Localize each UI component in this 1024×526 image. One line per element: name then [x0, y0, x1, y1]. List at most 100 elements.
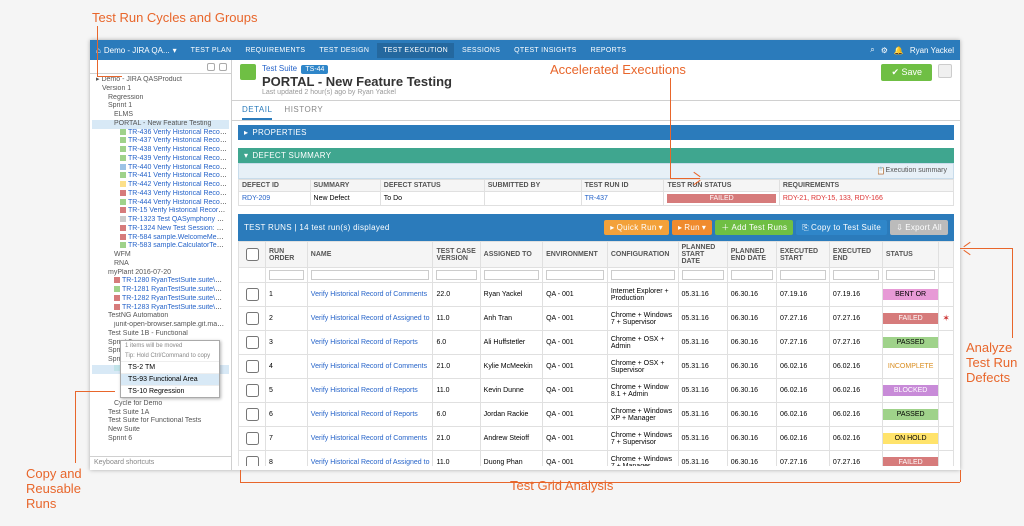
tab-history[interactable]: HISTORY — [284, 101, 323, 120]
grid-col[interactable]: NAME — [307, 242, 433, 268]
row-check[interactable] — [246, 432, 259, 445]
grid-col[interactable]: CONFIGURATION — [607, 242, 678, 268]
tree-item[interactable]: Test Suite 1A — [92, 409, 229, 418]
tree-item[interactable]: Test Suite for Functional Tests — [92, 417, 229, 426]
grid-col[interactable]: EXECUTED START — [776, 242, 829, 268]
grid-row[interactable]: 1Verify Historical Record of Comments22.… — [239, 283, 954, 307]
grid-row[interactable]: 8Verify Historical Record of Assigned to… — [239, 451, 954, 467]
nav-sessions[interactable]: SESSIONS — [456, 43, 506, 58]
tree-item[interactable]: TR-436 Verify Historical Record of As — [92, 129, 229, 138]
tree-item[interactable]: RNA — [92, 260, 229, 269]
tree-item[interactable]: myPlant 2016-07-20 — [92, 269, 229, 278]
tree-item[interactable]: TR-437 Verify Historical Record of As — [92, 137, 229, 146]
filter-input[interactable] — [269, 270, 304, 280]
tree-item[interactable]: Test Suite 1B - Functional — [92, 330, 229, 339]
tree-root[interactable]: ▸ Demo - JIRA QASProduct — [92, 76, 229, 85]
grid-row[interactable]: 7Verify Historical Record of Comments21.… — [239, 427, 954, 451]
defect-summary-header[interactable]: ▾ DEFECT SUMMARY — [238, 148, 954, 163]
tree-item[interactable]: Sprint 1 — [92, 102, 229, 111]
row-check[interactable] — [246, 360, 259, 373]
tree-item[interactable]: Sprint 6 — [92, 435, 229, 444]
tree-item[interactable]: TR-438 Verify Historical Record of Re — [92, 146, 229, 155]
row-check[interactable] — [246, 456, 259, 466]
gear-icon[interactable]: ⚙ — [881, 46, 888, 55]
popup-item[interactable]: TS-93 Functional Area — [121, 373, 219, 385]
current-user[interactable]: Ryan Yackel — [910, 46, 954, 55]
grid-col[interactable]: TEST CASE VERSION — [433, 242, 480, 268]
grid-col[interactable]: PLANNED START DATE — [678, 242, 727, 268]
tree-item[interactable]: TR-444 Verify Historical Record of Re — [92, 199, 229, 208]
grid-row[interactable]: 3Verify Historical Record of Reports6.0A… — [239, 331, 954, 355]
tree-item[interactable]: TR-440 Verify Historical Record of Re — [92, 164, 229, 173]
defect-row[interactable]: RDY-209New DefectTo DoTR-437FAILEDRDY-21… — [239, 192, 954, 206]
grid-col[interactable]: STATUS — [882, 242, 939, 268]
nav-test-plan[interactable]: TEST PLAN — [185, 43, 238, 58]
row-check[interactable] — [246, 312, 259, 325]
more-button[interactable] — [938, 64, 952, 78]
filter-input[interactable] — [731, 270, 773, 280]
grid-row[interactable]: 6Verify Historical Record of Reports6.0J… — [239, 403, 954, 427]
tree-item[interactable]: TestNG Automation — [92, 312, 229, 321]
tree-item[interactable]: TR-442 Verify Historical Record of Co — [92, 181, 229, 190]
grid-row[interactable]: 5Verify Historical Record of Reports11.0… — [239, 379, 954, 403]
exec-summary-hint[interactable]: 📋 Execution summary — [238, 163, 954, 179]
quick-run-button[interactable]: ▸ Quick Run ▾ — [604, 220, 669, 235]
select-all[interactable] — [239, 242, 266, 268]
save-button[interactable]: ✔ Save — [881, 64, 932, 81]
keyboard-shortcuts[interactable]: Keyboard shortcuts — [90, 456, 231, 470]
tree-item[interactable]: TR-584 sample.WelcomeMessageTest — [92, 234, 229, 243]
tree-item[interactable]: WFM — [92, 251, 229, 260]
filter-input[interactable] — [682, 270, 724, 280]
search-icon[interactable]: ⌕ — [870, 45, 874, 55]
nav-qtest-insights[interactable]: QTEST INSIGHTS — [508, 43, 582, 58]
filter-input[interactable] — [833, 270, 879, 280]
properties-header[interactable]: ▸ PROPERTIES — [238, 125, 954, 140]
grid-row[interactable]: 2Verify Historical Record of Assigned to… — [239, 307, 954, 331]
row-check[interactable] — [246, 408, 259, 421]
bell-icon[interactable]: 🔔 — [894, 46, 904, 55]
project-selector[interactable]: ⌂ Demo - JIRA QA... ▾ — [96, 46, 177, 55]
tree-item[interactable]: Cycle for Demo — [92, 400, 229, 409]
filter-input[interactable] — [311, 270, 430, 280]
run-button[interactable]: ▸ Run ▾ — [672, 220, 712, 235]
filter-input[interactable] — [484, 270, 539, 280]
tree-item[interactable]: TR-1324 New Test Session: QASymph — [92, 225, 229, 234]
export-button[interactable]: ⇩ Export All — [890, 220, 948, 235]
filter-input[interactable] — [886, 270, 936, 280]
tree-item[interactable]: TR-441 Verify Historical Record of Re — [92, 172, 229, 181]
tree-item[interactable]: TR-15 Verify Historical Record of Ass — [92, 207, 229, 216]
tree-item[interactable]: TR-439 Verify Historical Record of Co — [92, 155, 229, 164]
filter-input[interactable] — [611, 270, 675, 280]
copy-to-suite-button[interactable]: ⎘ Copy to Test Suite — [796, 220, 887, 235]
filter-input[interactable] — [780, 270, 826, 280]
tree-item[interactable]: TR-1282 RyanTestSuite.suite\RyanSa — [92, 295, 229, 304]
row-check[interactable] — [246, 288, 259, 301]
tab-detail[interactable]: DETAIL — [242, 101, 272, 120]
tree-item[interactable]: TR-443 Verify Historical Record of As — [92, 190, 229, 199]
tree-item[interactable]: TR-583 sample.CalculatorTestSucces — [92, 242, 229, 251]
row-check[interactable] — [246, 384, 259, 397]
grid-col[interactable]: RUN ORDER — [266, 242, 308, 268]
test-runs-grid[interactable]: RUN ORDERNAMETEST CASE VERSIONASSIGNED T… — [238, 241, 954, 466]
tree-item[interactable]: ELMS — [92, 111, 229, 120]
tree-item[interactable]: TR-1323 Test QASymphony Request D — [92, 216, 229, 225]
tree-item[interactable]: PORTAL - New Feature Testing — [92, 120, 229, 129]
grid-col[interactable]: ENVIRONMENT — [543, 242, 608, 268]
nav-reports[interactable]: REPORTS — [585, 43, 633, 58]
filter-input[interactable] — [546, 270, 604, 280]
grid-col[interactable]: ASSIGNED TO — [480, 242, 542, 268]
popup-item[interactable]: TS-10 Regression — [121, 385, 219, 397]
filter-input[interactable] — [436, 270, 476, 280]
grid-row[interactable]: 4Verify Historical Record of Comments21.… — [239, 355, 954, 379]
tree-item[interactable]: TR-1280 RyanTestSuite.suite\Untitled — [92, 277, 229, 286]
tree-item[interactable]: Regression — [92, 94, 229, 103]
tree-item[interactable]: New Suite — [92, 426, 229, 435]
nav-test-design[interactable]: TEST DESIGN — [313, 43, 375, 58]
grid-col[interactable]: PLANNED END DATE — [727, 242, 776, 268]
crumb-path[interactable]: Test Suite — [262, 64, 297, 73]
nav-requirements[interactable]: REQUIREMENTS — [239, 43, 311, 58]
grid-col[interactable]: EXECUTED END — [829, 242, 882, 268]
grid-col[interactable] — [939, 242, 954, 268]
add-test-runs-button[interactable]: ＋ Add Test Runs — [715, 220, 793, 235]
tree-item[interactable]: TR-1283 RyanTestSuite.suite\New scr — [92, 304, 229, 313]
